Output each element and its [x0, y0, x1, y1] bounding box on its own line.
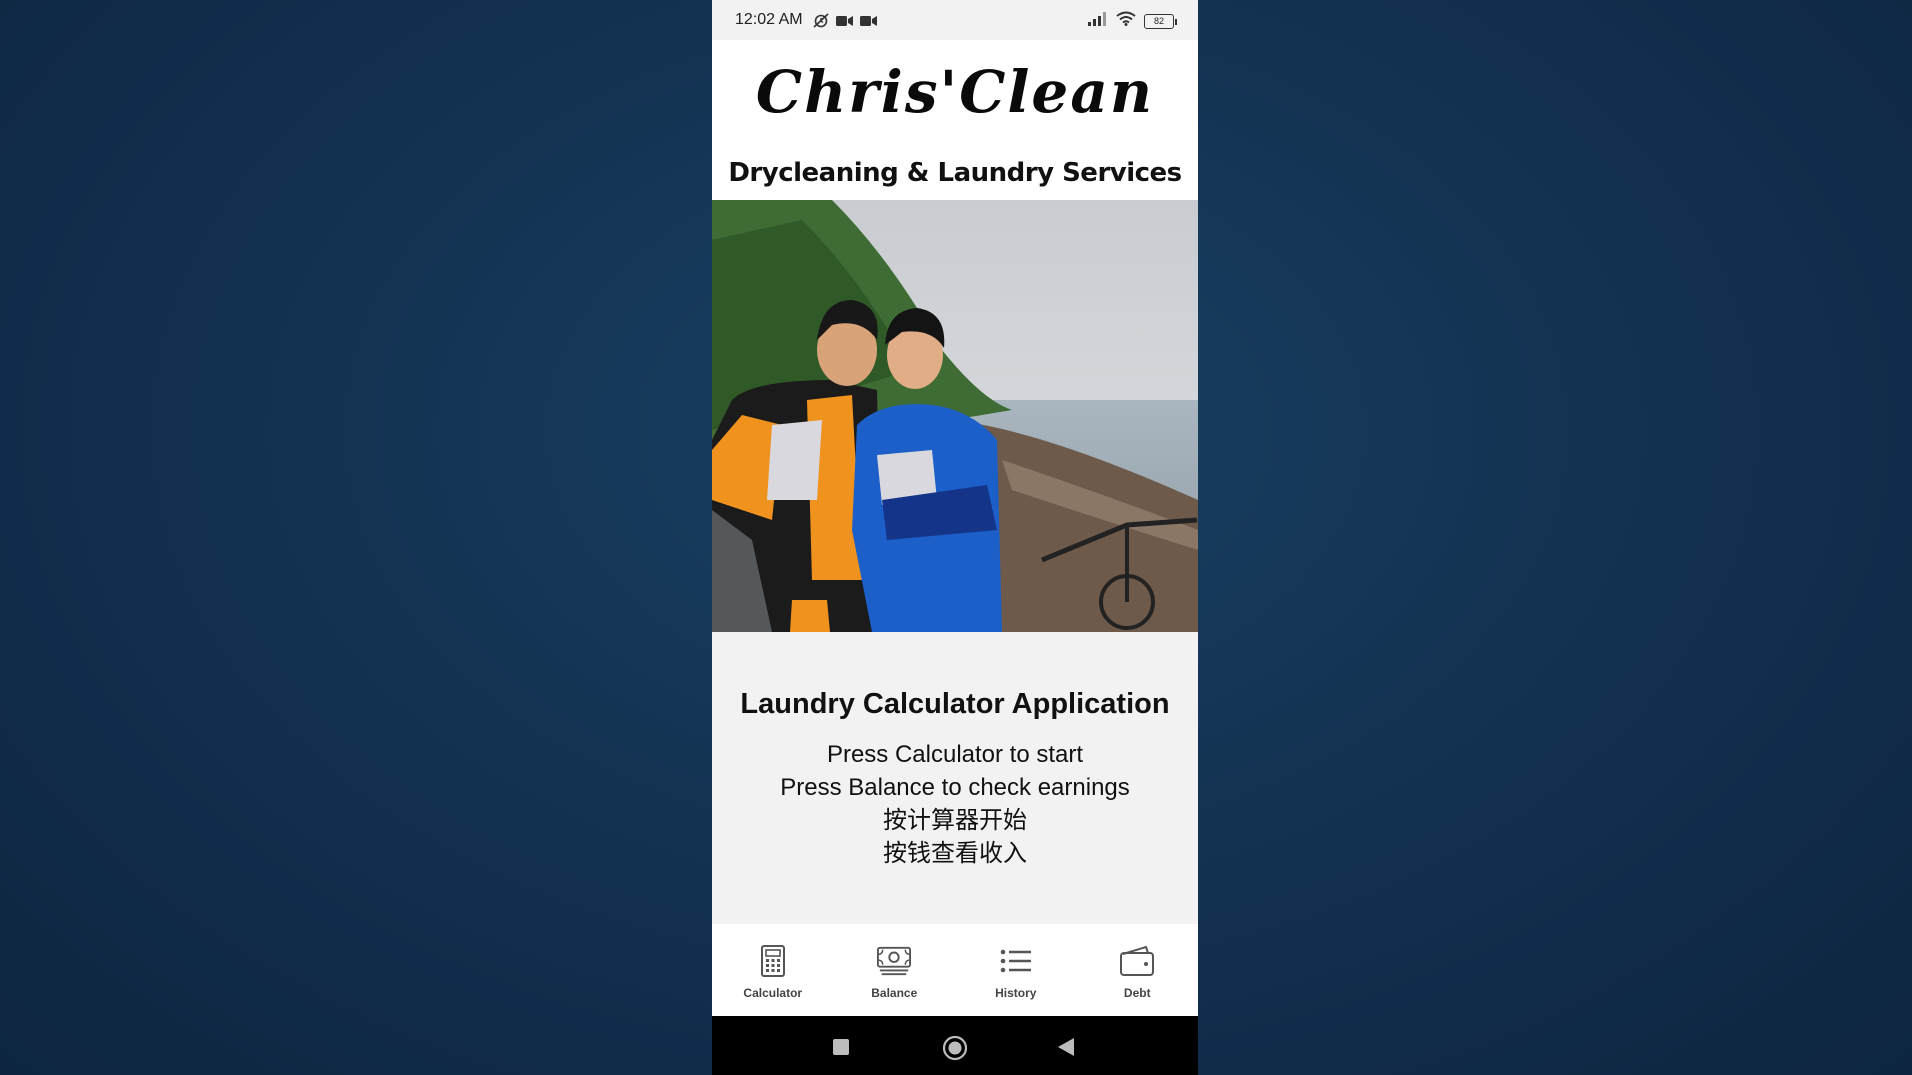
nav-label: History — [995, 986, 1037, 1000]
wifi-icon — [1116, 11, 1136, 31]
video-icon — [836, 14, 854, 32]
video-icon — [860, 14, 878, 32]
app-title: Laundry Calculator Application — [740, 688, 1170, 720]
system-nav-bar — [712, 1016, 1198, 1075]
bottom-nav: Calculator Balance History Debt — [712, 924, 1198, 1016]
wallet-icon — [1120, 944, 1155, 978]
calculator-icon — [756, 944, 790, 978]
instruction-line: Press Calculator to start — [826, 741, 1084, 768]
logo-brand-name: Chris'Clean — [755, 58, 1155, 126]
home-button[interactable] — [942, 1035, 968, 1066]
nav-item-calculator[interactable]: Calculator — [712, 924, 834, 1016]
nav-label: Debt — [1123, 986, 1151, 1000]
nav-item-balance[interactable]: Balance — [834, 924, 956, 1016]
brand-logo: Chris'Clean Drycleaning & Laundry Servic… — [712, 40, 1198, 200]
nav-label: Calculator — [743, 986, 803, 1000]
recents-button[interactable] — [832, 1038, 850, 1061]
status-bar: 12:02 AM 82 — [712, 0, 1198, 40]
battery-icon: 82 — [1144, 13, 1177, 29]
alarm-off-icon — [812, 12, 830, 33]
phone-screen: 12:02 AM 82 Chris'Clean Drycleaning & La… — [712, 0, 1198, 1075]
list-icon — [999, 944, 1033, 978]
instruction-line: Press Balance to check earnings — [780, 774, 1130, 801]
status-right-icons: 82 — [1088, 11, 1177, 31]
logo-tagline: Drycleaning & Laundry Services — [728, 158, 1182, 188]
instruction-line-chinese: 按计算器开始 — [883, 806, 1027, 834]
signal-icon — [1088, 11, 1108, 31]
back-button[interactable] — [1057, 1037, 1075, 1062]
nav-item-history[interactable]: History — [955, 924, 1077, 1016]
nav-item-debt[interactable]: Debt — [1077, 924, 1199, 1016]
instruction-line-chinese: 按钱查看收入 — [883, 839, 1027, 867]
money-icon — [877, 944, 912, 978]
hero-photo — [712, 200, 1198, 632]
status-time: 12:02 AM — [735, 11, 803, 28]
nav-label: Balance — [871, 986, 918, 1000]
instructions: Press Calculator to start Press Balance … — [712, 738, 1198, 870]
status-left-icons — [812, 12, 878, 33]
